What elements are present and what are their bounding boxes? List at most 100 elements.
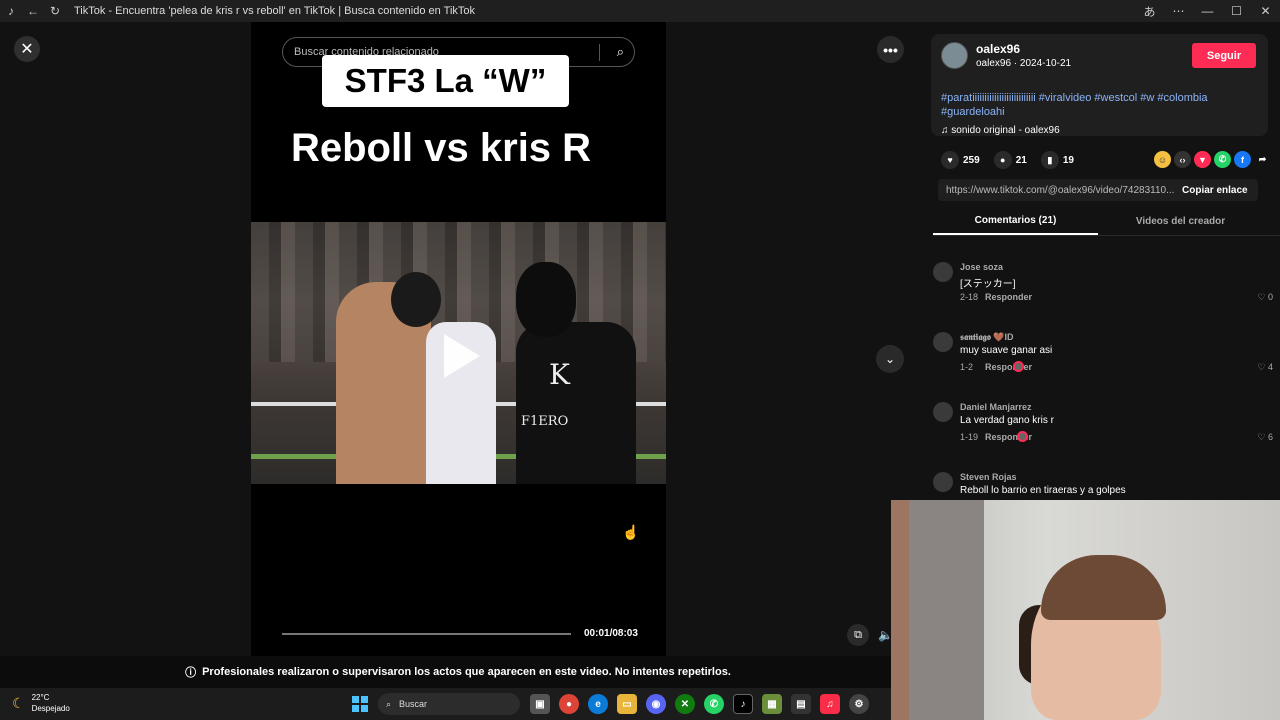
heart-icon[interactable]: ♥ [941,151,959,169]
window-controls: あ ⋯ — ☐ ✕ [1135,0,1280,22]
reply-button[interactable]: Responder [985,292,1032,302]
copy-link-button[interactable]: Copiar enlace [1174,185,1248,196]
avatar[interactable] [933,402,953,422]
comment-count: 21 [1015,154,1027,166]
action-bar: ♥ 259 ● 21 ▮ 19 ☺ ‹› ▼ ✆ f ➦ [941,150,1271,170]
comment-like[interactable]: ♡ 0 [1257,292,1273,303]
video-frame: K F1ERO [251,222,666,484]
taskbar-search-label: Buscar [399,699,428,709]
close-window-icon[interactable]: ✕ [1251,0,1280,22]
facebook-icon[interactable]: f [1234,151,1251,168]
more-options-button[interactable]: ••• [877,36,904,63]
fighter-right-headgear [516,262,576,337]
tab-creator-videos[interactable]: Videos del creador [1098,208,1263,235]
task-view-icon[interactable]: ▣ [530,694,550,714]
weather-widget[interactable]: ☾ 22°C Despejado [12,692,70,714]
comment-text: [ステッカー] [960,279,1016,290]
comment-like[interactable]: ♡ 6 [1257,432,1273,443]
tiktok-icon[interactable]: ♪ [733,694,753,714]
creator-liked-avatar-icon [1013,361,1024,372]
comment-list: Jose soza [ステッカー] 2-18 Responder ♡ 0 𝖘𝖆𝖓… [933,256,1273,536]
music-note-icon: ♫ [941,125,952,136]
author-username[interactable]: oalex96 [976,42,1020,56]
tiktok-app-icon: ♪ [8,4,14,18]
comment-action[interactable]: ● 21 [993,151,1027,169]
overlay-title-box: STF3 La “W” [322,55,569,107]
copy-link-row: https://www.tiktok.com/@oalex96/video/74… [938,179,1258,201]
comment-bubble-icon[interactable]: ● [993,151,1012,169]
friends-share-icon[interactable]: ☺ [1154,151,1171,168]
window-title: TikTok - Encuentra 'pelea de kris r vs r… [74,5,476,17]
windows-start-icon[interactable] [352,696,368,712]
avatar[interactable] [941,42,968,69]
maximize-icon[interactable]: ☐ [1222,0,1251,22]
post-hashtags[interactable]: #paratiiiiiiiiiiiiiiiiiiiiiiiiii #viralv… [941,91,1261,119]
xbox-icon[interactable]: ✕ [675,694,695,714]
back-arrow-icon[interactable]: ← [22,0,44,22]
settings-gear-icon[interactable]: ⚙ [849,694,869,714]
video-stage: ✕ K F1ERO Buscar contenido relacionado ⌕… [0,22,916,656]
weather-condition: Despejado [31,704,70,713]
comment-author[interactable]: Steven Rojas [960,472,1017,482]
close-video-button[interactable]: ✕ [14,36,40,62]
comment-like[interactable]: ♡ 4 [1257,362,1273,373]
menu-dots-icon[interactable]: ⋯ [1164,0,1193,22]
reply-button[interactable]: Responder [985,362,1032,372]
like-action[interactable]: ♥ 259 [941,151,980,169]
discord-icon[interactable]: ◉ [646,694,666,714]
weather-text: 22°C Despejado [32,692,70,714]
edge-icon[interactable]: e [588,694,608,714]
follow-button[interactable]: Seguir [1192,43,1256,68]
comment-date: 1-2 [960,362,974,372]
progress-bar[interactable] [282,633,571,635]
comment-date: 2-18 [960,292,979,302]
creator-liked-avatar-icon [1017,431,1028,442]
calculator-icon[interactable]: ▤ [791,694,811,714]
browser-titlebar: ♪ ← ↻ TikTok - Encuentra 'pelea de kris … [0,0,1280,22]
avatar[interactable] [933,332,953,352]
send-icon[interactable]: ▼ [1194,151,1211,168]
windows-taskbar: ☾ 22°C Despejado ⌕ Buscar ▣ ● e ▭ ◉ ✕ ✆ … [0,688,891,720]
video-player[interactable]: K F1ERO Buscar contenido relacionado ⌕ S… [251,22,666,656]
tab-comments[interactable]: Comentarios (21) [933,208,1098,235]
taskbar-search[interactable]: ⌕ Buscar [378,693,520,715]
next-video-chevron-down-icon[interactable]: ⌄ [876,345,904,373]
comment-author[interactable]: 𝖘𝖆𝖓𝖙𝖎𝖆𝖌𝖔 🤎ID [960,332,1014,343]
heart-outline-icon[interactable]: ♡ [1257,432,1268,442]
play-icon[interactable] [444,334,480,378]
music-icon[interactable]: ♫ [820,694,840,714]
whatsapp-icon[interactable]: ✆ [1214,151,1231,168]
sound-label: sonido original - oalex96 [951,125,1060,136]
chrome-icon[interactable]: ● [559,694,579,714]
comment-text: Reboll lo barrio en tiraeras y a golpes [960,485,1126,496]
safety-warning-banner: ⓘ Profesionales realizaron o supervisaro… [0,656,916,688]
heart-outline-icon[interactable]: ♡ [1257,362,1268,372]
whatsapp-icon[interactable]: ✆ [704,694,724,714]
comment-author[interactable]: Jose soza [960,262,1003,272]
sound-link[interactable]: ♫ sonido original - oalex96 [941,125,1060,136]
overlay-headline: Reboll vs kris R [290,126,592,170]
picture-in-picture-icon[interactable]: ⧉ [847,624,869,646]
search-icon[interactable]: ⌕ [617,44,624,60]
save-action[interactable]: ▮ 19 [1040,151,1074,169]
minimize-icon[interactable]: — [1193,0,1222,22]
comment-text: muy suave ganar asi [960,345,1053,356]
avatar[interactable] [933,472,953,492]
video-url: https://www.tiktok.com/@oalex96/video/74… [946,184,1174,196]
shirt-text: F1ERO [521,414,569,429]
embed-icon[interactable]: ‹› [1174,151,1191,168]
minecraft-icon[interactable]: ▦ [762,694,782,714]
reload-icon[interactable]: ↻ [44,0,66,22]
comment-author[interactable]: Daniel Manjarrez [960,402,1032,412]
taskbar-apps: ▣ ● e ▭ ◉ ✕ ✆ ♪ ▦ ▤ ♫ ⚙ [530,694,869,714]
heart-outline-icon[interactable]: ♡ [1257,292,1268,302]
comment-like-count: 6 [1267,432,1273,442]
share-arrow-icon[interactable]: ➦ [1254,151,1271,168]
comment-like-count: 0 [1267,292,1273,302]
fighter-left-headgear [391,272,441,327]
bookmark-icon[interactable]: ▮ [1040,151,1059,169]
file-explorer-icon[interactable]: ▭ [617,694,637,714]
translate-icon[interactable]: あ [1135,0,1164,22]
webcam-cap [1041,555,1166,620]
avatar[interactable] [933,262,953,282]
